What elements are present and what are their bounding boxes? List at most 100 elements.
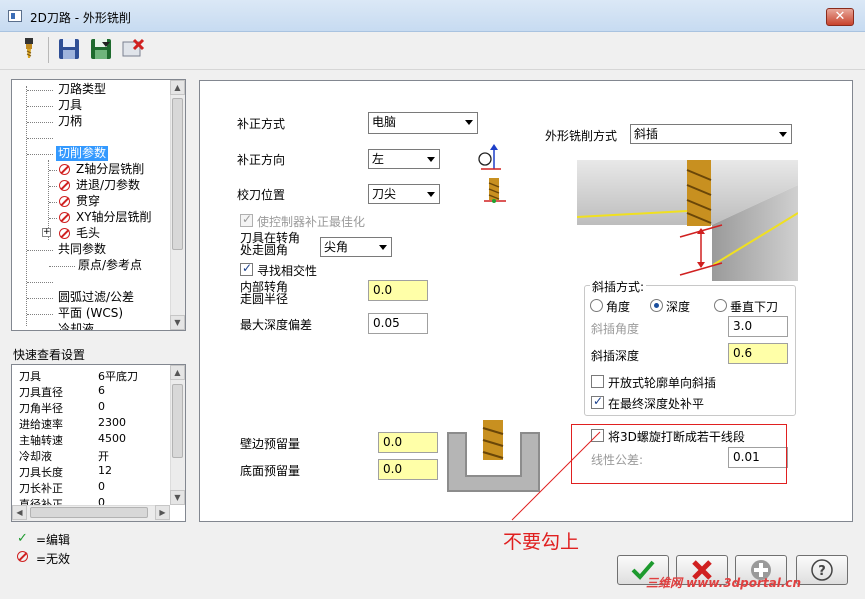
tree-connector [27, 138, 53, 139]
wall-stock-label: 壁边预留量 [240, 437, 301, 451]
annotation-box [571, 424, 787, 484]
save-as-icon[interactable] [88, 36, 114, 62]
scroll-down-button[interactable]: ▼ [170, 315, 185, 330]
ramp-depth-input[interactable]: 0.6 [728, 343, 788, 364]
stock-illustration [447, 420, 540, 492]
comp-type-select[interactable]: 电脑 [368, 112, 478, 134]
qv-key: 刀长补正 [19, 482, 63, 495]
comp-dir-label: 补正方向 [237, 153, 286, 167]
invalid-icon [59, 180, 70, 191]
wall-stock-input[interactable]: 0.0 [378, 432, 438, 453]
qv-key: 主轴转速 [19, 434, 63, 447]
final-depth-label: 在最终深度处补平 [608, 397, 705, 411]
scroll-thumb[interactable] [172, 98, 183, 250]
invalid-icon [59, 196, 70, 207]
delete-icon[interactable] [120, 36, 146, 62]
inner-corner-input[interactable]: 0.0 [368, 280, 428, 301]
tree-item-planes[interactable]: 平面 (WCS) [58, 306, 123, 321]
floor-stock-input[interactable]: 0.0 [378, 459, 438, 480]
tool-icon[interactable] [16, 36, 42, 62]
scroll-left-button[interactable]: ◀ [12, 505, 27, 520]
comp-dir-icon [476, 143, 502, 171]
svg-text:?: ? [818, 564, 826, 579]
tree-item-depth-cuts[interactable]: Z轴分层铣削 [76, 162, 144, 177]
tree-item-holder[interactable]: 刀柄 [58, 114, 82, 129]
ramp-depth-label: 斜插深度 [591, 349, 640, 363]
final-depth-checkbox[interactable] [591, 394, 604, 409]
qv-value: 4500 [98, 432, 126, 445]
qv-value: 12 [98, 464, 112, 477]
tree-connector [27, 106, 53, 107]
tree-connector [27, 298, 53, 299]
check-icon: ✓ [17, 531, 28, 546]
scroll-right-button[interactable]: ▶ [155, 505, 170, 520]
tree-connector [27, 154, 53, 155]
tree-connector [27, 282, 53, 283]
watermark: 三维网 www.3dportal.cn [646, 576, 802, 590]
qv-value: 6 [98, 384, 105, 397]
legend-invalid: =无效 [36, 552, 71, 566]
app-icon [8, 10, 22, 22]
corner-label-2: 处走圆角 [240, 243, 289, 257]
max-depth-var-input[interactable]: 0.05 [368, 313, 428, 334]
ramp-group-title: 斜插方式: [590, 278, 647, 295]
annotation-text: 不要勾上 [503, 531, 580, 553]
open-contour-checkbox[interactable] [591, 375, 604, 388]
tree-connector [27, 250, 53, 251]
help-button[interactable]: ? [796, 555, 848, 585]
tree-connector [49, 218, 57, 219]
floor-stock-label: 底面预留量 [240, 464, 301, 478]
tree-item-coolant[interactable]: 冷却液 [58, 322, 94, 330]
optimize-label: 使控制器补正最佳化 [257, 215, 366, 229]
tree-connector [49, 202, 57, 203]
optimize-checkbox[interactable] [240, 212, 253, 227]
tree-item-break-through[interactable]: 贯穿 [76, 194, 100, 209]
scroll-up-button[interactable]: ▲ [170, 365, 185, 380]
find-intersect-label: 寻找相交性 [257, 264, 318, 278]
tree-item-arc-filter[interactable]: 圆弧过滤/公差 [58, 290, 134, 305]
contour-type-label: 外形铣削方式 [545, 129, 618, 143]
tree-item-toolpath-type[interactable]: 刀路类型 [58, 82, 106, 97]
ramp-angle-radio[interactable] [590, 299, 603, 312]
scroll-up-button[interactable]: ▲ [170, 80, 185, 95]
tool-tip-icon [482, 176, 508, 206]
scroll-thumb[interactable] [30, 507, 148, 518]
tree-item-lead-in-out[interactable]: 进退/刀参数 [76, 178, 140, 193]
scroll-thumb[interactable] [172, 384, 183, 458]
ramp-angle-label: 斜插角度 [591, 322, 640, 336]
invalid-icon [59, 164, 70, 175]
tree-connector [27, 90, 53, 91]
open-contour-label: 开放式轮廓单向斜插 [608, 376, 717, 390]
scroll-down-button[interactable]: ▼ [170, 490, 185, 505]
tree-item-cut-params[interactable]: 切削参数 [56, 146, 109, 161]
ramp-vertical-radio[interactable] [714, 299, 727, 312]
close-button[interactable]: ✕ [826, 8, 854, 26]
qv-key: 直径补正 [19, 498, 63, 505]
tree-connector [49, 186, 57, 187]
qv-value: 2300 [98, 416, 126, 429]
corner-select[interactable]: 尖角 [320, 237, 392, 257]
ramp-depth-option: 深度 [666, 300, 691, 314]
tree-item-home-ref[interactable]: 原点/参考点 [78, 258, 142, 273]
qv-key: 刀具直径 [19, 386, 63, 399]
toolbar-separator [48, 37, 49, 63]
ramp-angle-input[interactable]: 3.0 [728, 316, 788, 337]
tip-comp-select[interactable]: 刀尖 [368, 184, 440, 204]
tree-item-tool[interactable]: 刀具 [58, 98, 82, 113]
find-intersect-checkbox[interactable] [240, 261, 253, 276]
qv-key: 冷却液 [19, 450, 52, 463]
invalid-icon [59, 212, 70, 223]
tip-comp-label: 校刀位置 [237, 188, 286, 202]
tree-item-tabs[interactable]: 毛头 [76, 226, 100, 241]
comp-dir-select[interactable]: 左 [368, 149, 440, 169]
window-title: 2D刀路 - 外形铣削 [30, 11, 131, 25]
tree-connector [49, 170, 57, 171]
contour-type-select[interactable]: 斜插 [630, 124, 792, 144]
ramp-depth-radio[interactable] [650, 299, 663, 312]
invalid-icon [17, 551, 28, 562]
tree-item-multi-passes[interactable]: XY轴分层铣削 [76, 210, 152, 225]
save-icon[interactable] [56, 36, 82, 62]
expand-icon[interactable]: + [42, 228, 51, 237]
tree-item-linking-params[interactable]: 共同参数 [58, 242, 106, 257]
quick-view-list: 刀具 6平底刀 刀具直径 6 刀角半径 0 进给速率 2300 主轴转速 450… [12, 365, 170, 505]
